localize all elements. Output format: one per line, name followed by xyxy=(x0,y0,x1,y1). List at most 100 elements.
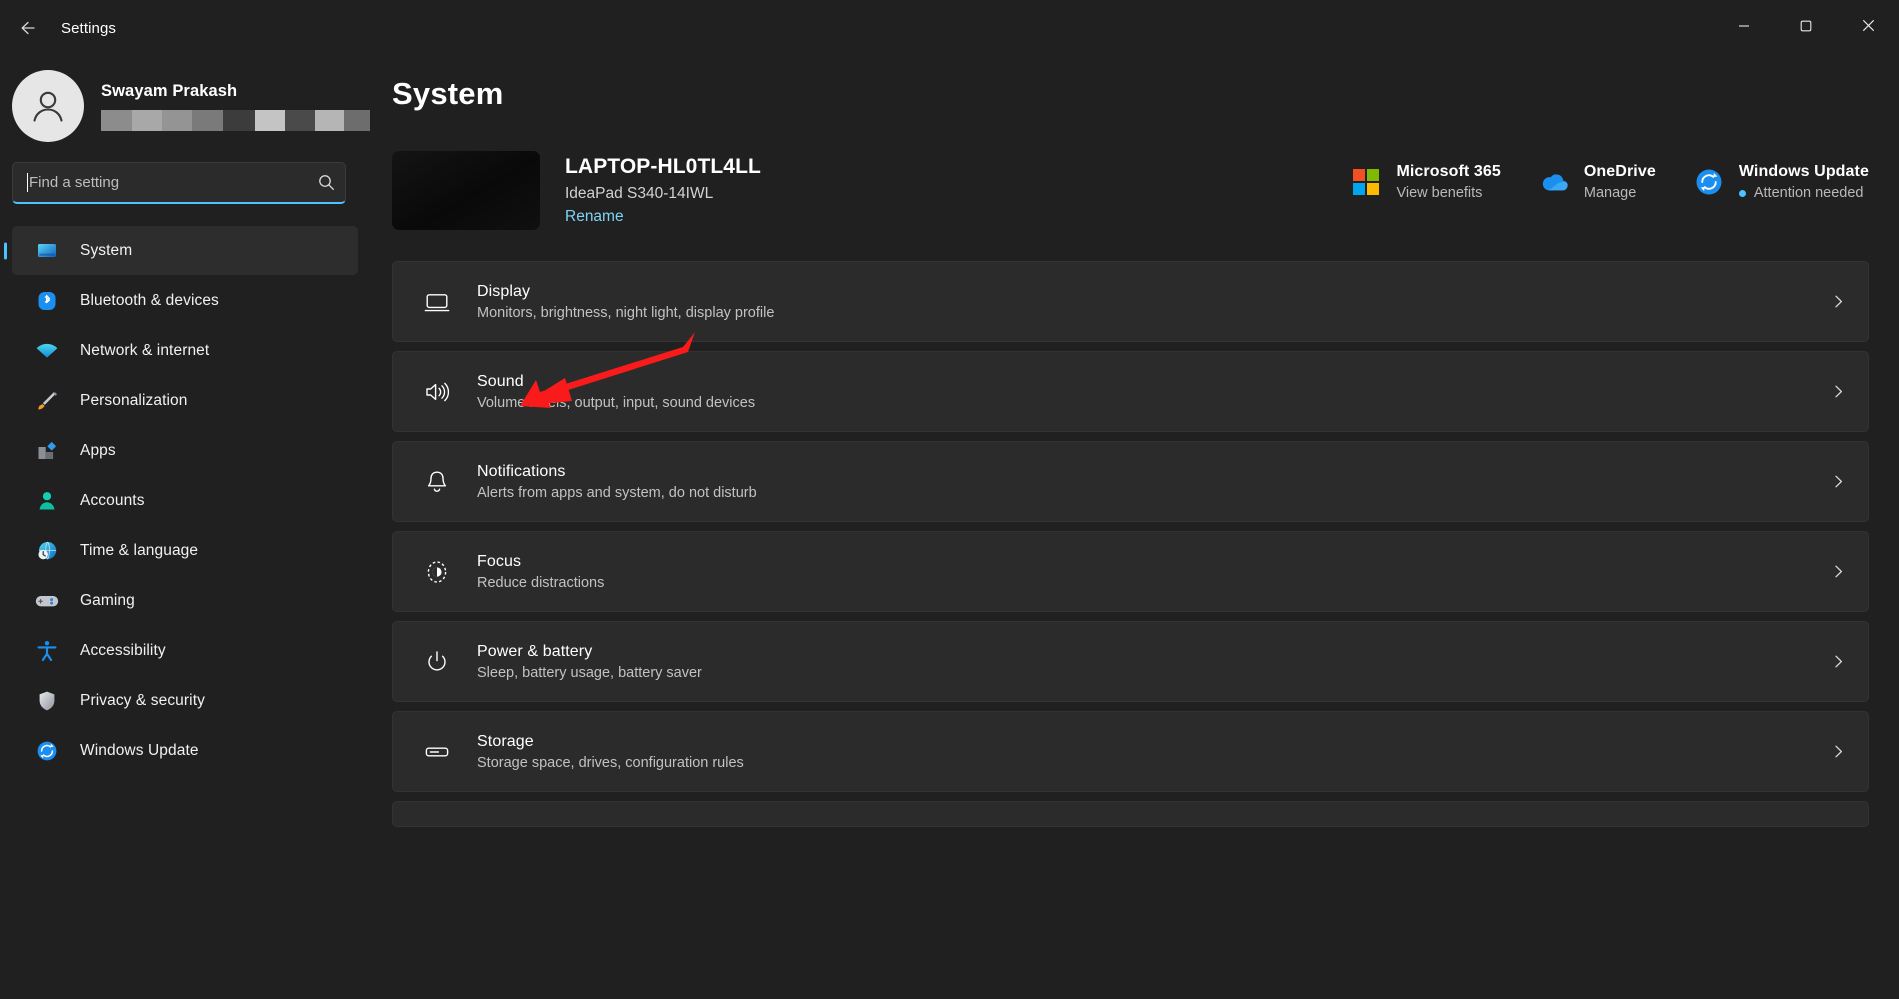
window-controls xyxy=(1713,0,1899,56)
quick-link-subtitle: Manage xyxy=(1584,185,1656,201)
quick-links: Microsoft 365 View benefits OneDr xyxy=(1313,151,1869,201)
settings-row-subtitle: Monitors, brightness, night light, displ… xyxy=(477,305,1831,321)
account-icon xyxy=(34,488,60,514)
chevron-right-icon[interactable] xyxy=(1831,294,1846,309)
settings-row-display[interactable]: Display Monitors, brightness, night ligh… xyxy=(392,261,1869,342)
quick-link-onedrive[interactable]: OneDrive Manage xyxy=(1539,163,1656,201)
sidebar-item-label: Personalization xyxy=(80,392,187,410)
maximize-icon xyxy=(1800,19,1812,37)
settings-row-title: Sound xyxy=(477,373,1831,391)
sidebar-item-privacy-security[interactable]: Privacy & security xyxy=(12,676,358,725)
settings-row-partial[interactable] xyxy=(392,801,1869,827)
sidebar-item-accessibility[interactable]: Accessibility xyxy=(12,626,358,675)
settings-row-title: Power & battery xyxy=(477,643,1831,661)
focus-icon xyxy=(419,554,455,590)
quick-link-subtitle: Attention needed xyxy=(1739,185,1869,201)
quick-link-title: Microsoft 365 xyxy=(1396,163,1500,180)
back-button[interactable] xyxy=(8,11,46,45)
wifi-icon xyxy=(34,338,60,364)
sidebar-item-label: Accounts xyxy=(80,492,145,510)
gamepad-icon xyxy=(34,588,60,614)
main-content: System LAPTOP-HL0TL4LL IdeaPad S340-14IW… xyxy=(370,56,1899,999)
settings-row-notifications[interactable]: Notifications Alerts from apps and syste… xyxy=(392,441,1869,522)
shield-icon xyxy=(34,688,60,714)
sidebar-nav: System Bluetooth & devices xyxy=(0,226,358,776)
accessibility-icon xyxy=(34,638,60,664)
sidebar-item-label: Windows Update xyxy=(80,742,199,760)
maximize-button[interactable] xyxy=(1775,0,1837,56)
settings-window: Settings xyxy=(0,0,1899,999)
display-icon xyxy=(419,284,455,320)
device-info: LAPTOP-HL0TL4LL IdeaPad S340-14IWL Renam… xyxy=(565,151,761,226)
sidebar-item-gaming[interactable]: Gaming xyxy=(12,576,358,625)
update-icon xyxy=(34,738,60,764)
search-icon[interactable] xyxy=(318,174,335,191)
sidebar-item-bluetooth-devices[interactable]: Bluetooth & devices xyxy=(12,276,358,325)
device-name: LAPTOP-HL0TL4LL xyxy=(565,155,761,179)
paintbrush-icon xyxy=(34,388,60,414)
chevron-right-icon[interactable] xyxy=(1831,744,1846,759)
status-text: Attention needed xyxy=(1754,185,1864,201)
sidebar-item-windows-update[interactable]: Windows Update xyxy=(12,726,358,775)
chevron-right-icon[interactable] xyxy=(1831,474,1846,489)
chevron-right-icon[interactable] xyxy=(1831,564,1846,579)
minimize-button[interactable] xyxy=(1713,0,1775,56)
bell-icon xyxy=(419,464,455,500)
sidebar-item-label: Privacy & security xyxy=(80,692,205,710)
sidebar-item-label: Accessibility xyxy=(80,642,166,660)
apps-icon xyxy=(34,438,60,464)
status-dot xyxy=(1739,190,1746,197)
settings-row-subtitle: Sleep, battery usage, battery saver xyxy=(477,665,1831,681)
search-input[interactable] xyxy=(29,174,318,191)
storage-icon xyxy=(419,734,455,770)
search-container xyxy=(0,156,358,204)
sidebar-item-label: Apps xyxy=(80,442,116,460)
sidebar-item-apps[interactable]: Apps xyxy=(12,426,358,475)
sidebar-item-label: Time & language xyxy=(80,542,198,560)
sidebar-item-accounts[interactable]: Accounts xyxy=(12,476,358,525)
settings-row-sound[interactable]: Sound Volume levels, output, input, soun… xyxy=(392,351,1869,432)
speaker-icon xyxy=(419,374,455,410)
rename-link[interactable]: Rename xyxy=(565,208,624,226)
settings-row-power-battery[interactable]: Power & battery Sleep, battery usage, ba… xyxy=(392,621,1869,702)
settings-row-subtitle: Alerts from apps and system, do not dist… xyxy=(477,485,1831,501)
settings-row-subtitle: Storage space, drives, configuration rul… xyxy=(477,755,1831,771)
settings-row-subtitle: Reduce distractions xyxy=(477,575,1831,591)
bluetooth-icon xyxy=(34,288,60,314)
chevron-right-icon[interactable] xyxy=(1831,384,1846,399)
user-name: Swayam Prakash xyxy=(101,82,370,101)
avatar xyxy=(12,70,84,142)
monitor-icon xyxy=(34,238,60,264)
device-header: LAPTOP-HL0TL4LL IdeaPad S340-14IWL Renam… xyxy=(392,151,1869,230)
page-title: System xyxy=(392,76,1869,112)
user-profile[interactable]: Swayam Prakash xyxy=(0,56,358,156)
settings-row-focus[interactable]: Focus Reduce distractions xyxy=(392,531,1869,612)
quick-link-microsoft-365[interactable]: Microsoft 365 View benefits xyxy=(1351,163,1500,201)
settings-row-subtitle: Volume levels, output, input, sound devi… xyxy=(477,395,1831,411)
close-icon xyxy=(1862,19,1875,37)
person-icon xyxy=(26,84,70,128)
device-thumbnail xyxy=(392,151,540,230)
minimize-icon xyxy=(1738,19,1750,37)
sidebar-item-system[interactable]: System xyxy=(12,226,358,275)
sidebar-item-label: Network & internet xyxy=(80,342,209,360)
settings-row-title: Display xyxy=(477,283,1831,301)
settings-row-storage[interactable]: Storage Storage space, drives, configura… xyxy=(392,711,1869,792)
sidebar-item-label: Bluetooth & devices xyxy=(80,292,219,310)
quick-link-windows-update[interactable]: Windows Update Attention needed xyxy=(1694,163,1869,201)
sidebar-item-time-language[interactable]: Time & language xyxy=(12,526,358,575)
settings-list: Display Monitors, brightness, night ligh… xyxy=(392,261,1869,827)
sidebar-item-network-internet[interactable]: Network & internet xyxy=(12,326,358,375)
text-caret xyxy=(27,173,28,192)
chevron-right-icon[interactable] xyxy=(1831,654,1846,669)
sidebar-item-personalization[interactable]: Personalization xyxy=(12,376,358,425)
arrow-left-icon xyxy=(17,18,37,38)
search-box[interactable] xyxy=(12,162,346,204)
device-model: IdeaPad S340-14IWL xyxy=(565,185,761,203)
close-button[interactable] xyxy=(1837,0,1899,56)
sidebar-item-label: Gaming xyxy=(80,592,135,610)
app-title: Settings xyxy=(61,20,116,37)
sidebar-item-label: System xyxy=(80,242,132,260)
settings-row-title: Storage xyxy=(477,733,1831,751)
power-icon xyxy=(419,644,455,680)
